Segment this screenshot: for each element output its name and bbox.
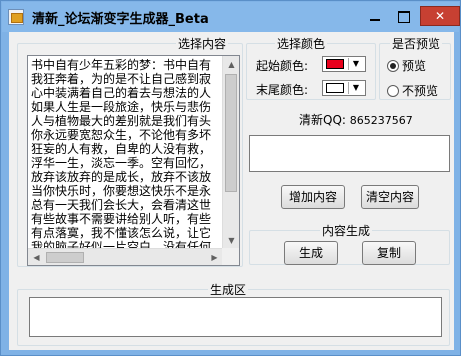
title-bar[interactable]: 清新_论坛渐变字生成器_Beta ✕ [2,2,460,32]
output-group-label: 生成区 [210,283,247,297]
content-text[interactable]: 书中自有少年五彩的梦：书中自有中 我狂奔着，为的是不让自己感到寂寞 心中装满着自… [31,58,211,248]
add-content-input[interactable] [249,135,450,172]
horizontal-scrollbar[interactable]: ◀ ▶ [28,248,223,265]
qq-number: 865237567 [349,114,413,127]
vertical-scroll-thumb[interactable] [225,74,237,192]
chevron-down-icon[interactable]: ▼ [348,58,363,70]
preview-radio[interactable]: 预览 [387,57,426,74]
no-preview-radio[interactable]: 不预览 [387,82,438,99]
scroll-left-arrow-icon[interactable]: ◀ [28,249,45,265]
end-color-picker[interactable]: ▼ [322,80,366,96]
qq-info: 清新QQ: 865237567 [299,111,413,128]
add-content-button[interactable]: 增加内容 [281,185,345,209]
generate-button[interactable]: 生成 [284,241,338,265]
app-icon [8,9,24,25]
content-group-label: 选择内容 [178,37,227,51]
no-preview-radio-label: 不预览 [402,84,439,98]
preview-group-label: 是否预览 [392,37,441,51]
app-window: 清新_论坛渐变字生成器_Beta ✕ 选择内容 书中自有少年五彩的梦：书中自有中… [0,0,461,356]
horizontal-scroll-thumb[interactable] [46,252,84,263]
scroll-up-arrow-icon[interactable]: ▲ [223,56,239,73]
output-textarea[interactable] [29,297,442,337]
preview-radio-label: 预览 [402,59,427,73]
end-color-swatch [326,83,344,93]
qq-label: 清新QQ: [299,113,346,127]
content-textarea[interactable]: 书中自有少年五彩的梦：书中自有中 我狂奔着，为的是不让自己感到寂寞 心中装满着自… [27,55,240,266]
start-color-picker[interactable]: ▼ [322,56,366,72]
color-group-label: 选择颜色 [277,37,326,51]
scroll-corner [222,248,239,265]
start-color-label: 起始颜色: [256,59,309,73]
start-color-swatch [326,59,344,69]
clear-content-button[interactable]: 清空内容 [361,185,419,209]
close-button[interactable]: ✕ [420,6,460,26]
radio-unchecked-icon[interactable] [387,85,399,97]
window-title: 清新_论坛渐变字生成器_Beta [32,12,209,27]
generate-groupbox: 内容生成 [249,222,450,265]
client-area: 选择内容 书中自有少年五彩的梦：书中自有中 我狂奔着，为的是不让自己感到寂寞 心… [9,32,454,350]
scroll-right-arrow-icon[interactable]: ▶ [206,249,223,265]
chevron-down-icon[interactable]: ▼ [348,82,363,94]
scroll-down-arrow-icon[interactable]: ▼ [223,232,239,249]
generate-group-label: 内容生成 [322,224,371,238]
radio-checked-icon[interactable] [387,60,399,72]
maximize-button[interactable] [390,6,416,26]
copy-button[interactable]: 复制 [362,241,416,265]
vertical-scrollbar[interactable]: ▲ ▼ [222,56,239,249]
end-color-label: 末尾颜色: [256,83,309,97]
minimize-button[interactable] [362,6,388,26]
